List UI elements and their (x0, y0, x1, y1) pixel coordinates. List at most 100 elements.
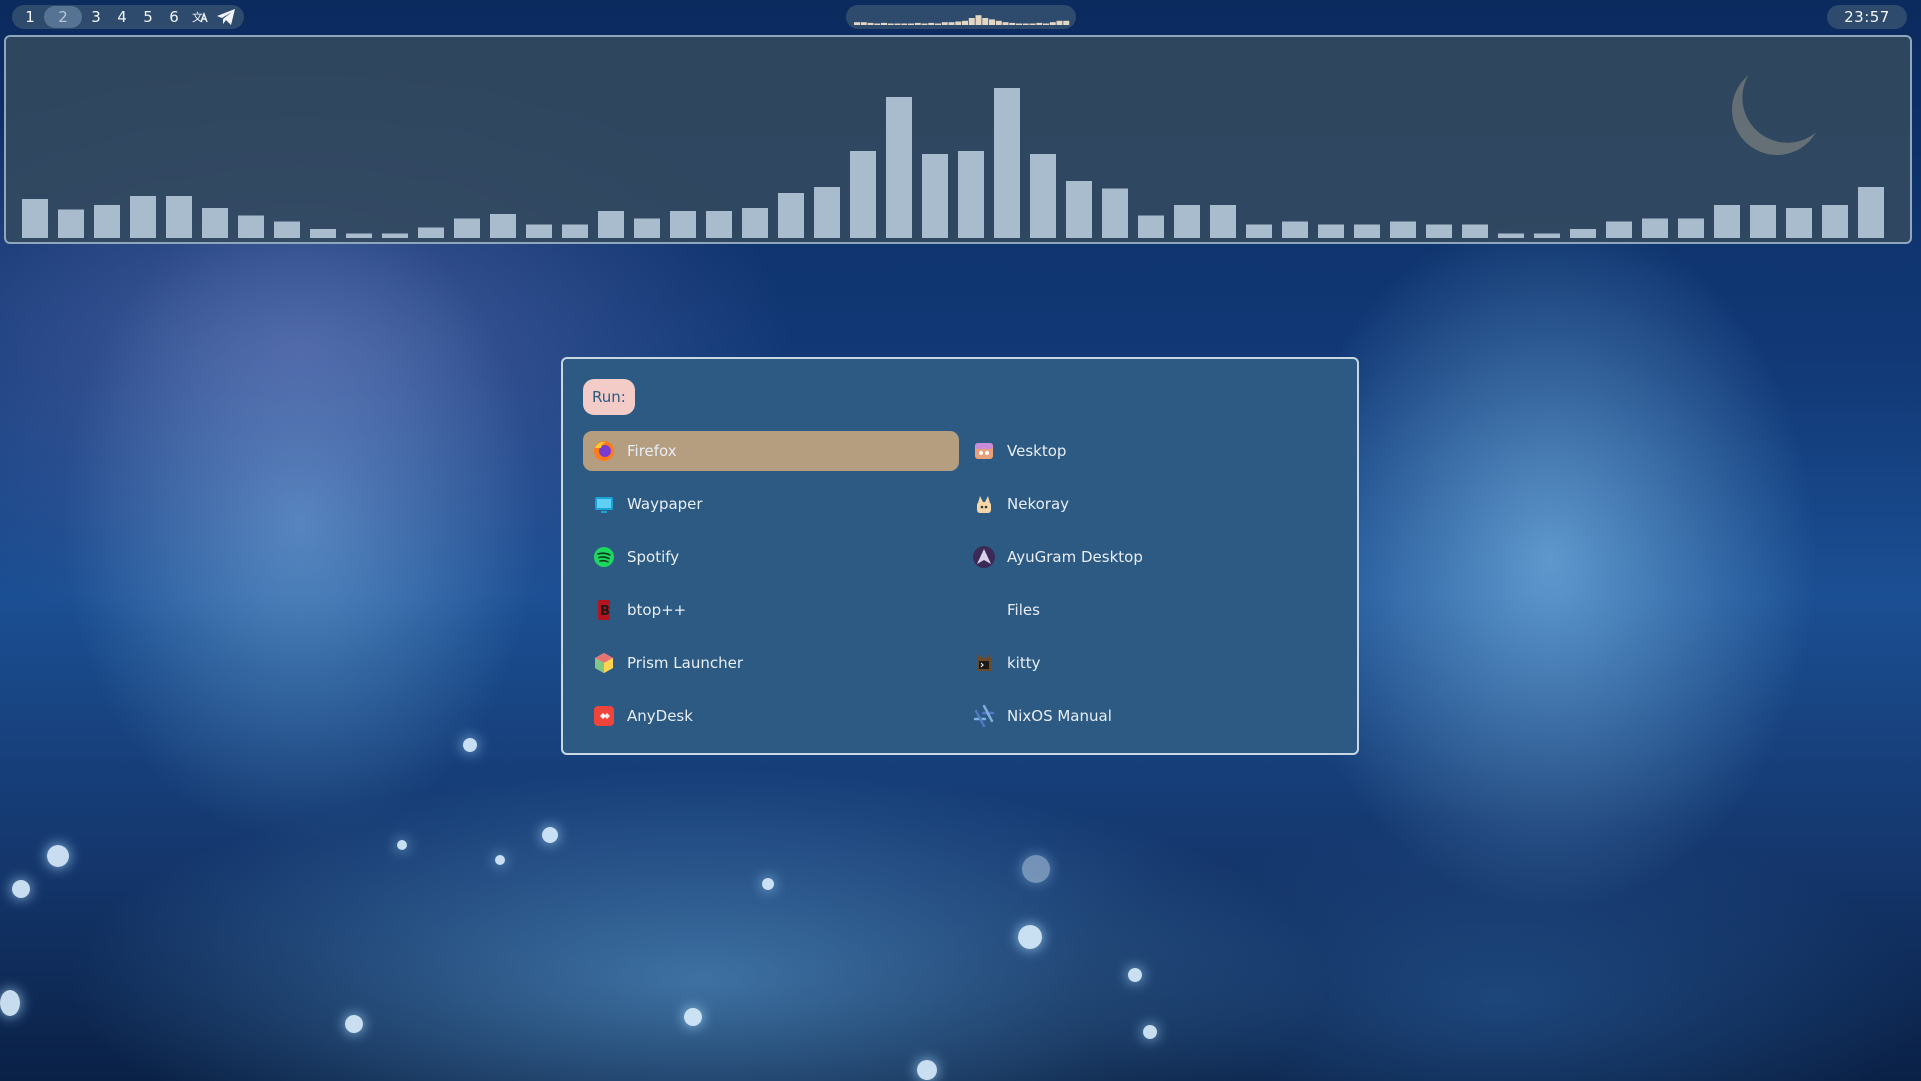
visualizer-bar (1714, 205, 1740, 238)
visualizer-bar (1102, 188, 1128, 238)
app-entry-anydesk[interactable]: AnyDesk (583, 696, 959, 736)
app-entry-label: Nekoray (1007, 495, 1070, 513)
visualizer-bar (1354, 224, 1380, 238)
mini-visualizer-bar (941, 22, 948, 25)
spotify-icon (591, 544, 617, 570)
visualizer-bar (634, 218, 660, 238)
light-orb (542, 827, 558, 843)
visualizer-bar (1462, 224, 1488, 238)
workspace-2[interactable]: 2 (44, 6, 82, 28)
app-entry-nixos-manual[interactable]: NixOS Manual (963, 696, 1339, 736)
visualizer-bar (706, 211, 732, 238)
visualizer-bar (778, 193, 804, 238)
audio-visualizer-mini[interactable] (846, 5, 1076, 29)
kitty-icon (971, 650, 997, 676)
mini-visualizer-bar (914, 22, 921, 25)
visualizer-bar (1318, 224, 1344, 238)
visualizer-bar (742, 208, 768, 238)
visualizer-bar (346, 233, 372, 238)
mini-visualizer-bar (1009, 22, 1016, 25)
prism-launcher-icon (591, 650, 617, 676)
visualizer-bar (58, 209, 84, 238)
light-orb (0, 990, 20, 1016)
btop-icon: B (591, 597, 617, 623)
mini-visualizer-bar (975, 15, 982, 25)
visualizer-bar (1138, 215, 1164, 238)
app-entry-vesktop[interactable]: Vesktop (963, 431, 1339, 471)
app-entry-kitty[interactable]: kitty (963, 643, 1339, 683)
mini-visualizer-bars (854, 15, 1070, 25)
visualizer-bar (598, 211, 624, 238)
translate-icon[interactable]: 文 (188, 6, 212, 28)
visualizer-bar (922, 154, 948, 238)
app-entry-waypaper[interactable]: Waypaper (583, 484, 959, 524)
visualizer-bar (418, 227, 444, 238)
telegram-icon[interactable] (214, 6, 238, 28)
mini-visualizer-bar (1002, 22, 1009, 25)
anydesk-icon (591, 703, 617, 729)
visualizer-bar (1066, 181, 1092, 238)
app-entry-btop[interactable]: B btop++ (583, 590, 959, 630)
workspace-6[interactable]: 6 (162, 6, 186, 28)
mini-visualizer-bar (867, 22, 874, 25)
light-orb (463, 738, 477, 752)
mini-visualizer-bar (1036, 22, 1043, 25)
visualizer-bar (130, 196, 156, 238)
workspace-switcher: 1 2 3 4 5 6 文 (12, 5, 244, 29)
visualizer-bar (1030, 154, 1056, 238)
visualizer-bar (1858, 187, 1884, 238)
app-entry-label: NixOS Manual (1007, 707, 1112, 725)
workspace-3[interactable]: 3 (84, 6, 108, 28)
mini-visualizer-bar (908, 23, 914, 25)
workspace-1[interactable]: 1 (18, 6, 42, 28)
run-prompt[interactable]: Run: (583, 379, 635, 415)
visualizer-bar (886, 97, 912, 238)
app-entry-label: Files (1007, 601, 1040, 619)
mini-visualizer-bar (982, 18, 989, 25)
visualizer-bar (994, 88, 1020, 238)
app-entry-label: kitty (1007, 654, 1041, 672)
app-entry-prism-launcher[interactable]: Prism Launcher (583, 643, 959, 683)
visualizer-bar (454, 218, 480, 238)
workspace-5[interactable]: 5 (136, 6, 160, 28)
mini-visualizer-bar (968, 18, 975, 25)
visualizer-bar (1174, 205, 1200, 238)
visualizer-bar (526, 224, 552, 238)
app-entry-firefox[interactable]: Firefox (583, 431, 959, 471)
mini-visualizer-bar (995, 20, 1002, 25)
app-entry-ayugram[interactable]: AyuGram Desktop (963, 537, 1339, 577)
app-entry-label: Spotify (627, 548, 680, 566)
visualizer-bar (1390, 221, 1416, 238)
light-orb (762, 878, 774, 890)
mini-visualizer-bar (1063, 20, 1070, 25)
visualizer-bar (1426, 224, 1452, 238)
app-entry-files[interactable]: Files (963, 590, 1339, 630)
run-launcher: Run: Firefox Vesktop Waypaper Nekoray Sp… (561, 357, 1359, 755)
mini-visualizer-bar (989, 19, 995, 25)
visualizer-bar (1786, 208, 1812, 238)
mini-visualizer-bar (948, 22, 955, 25)
visualizer-bar (1282, 221, 1308, 238)
app-entry-nekoray[interactable]: Nekoray (963, 484, 1339, 524)
mini-visualizer-bar (962, 20, 968, 25)
light-orb (917, 1060, 937, 1080)
light-orb (1128, 968, 1142, 982)
mini-visualizer-bar (887, 23, 894, 25)
app-entry-label: Waypaper (627, 495, 703, 513)
visualizer-bar (1822, 205, 1848, 238)
app-entry-label: AyuGram Desktop (1007, 548, 1143, 566)
clock[interactable]: 23:57 (1827, 5, 1907, 29)
visualizer-bar (22, 199, 48, 238)
app-entry-label: Firefox (627, 442, 677, 460)
nixos-icon (971, 703, 997, 729)
light-orb (345, 1015, 363, 1033)
app-entry-spotify[interactable]: Spotify (583, 537, 959, 577)
workspace-4[interactable]: 4 (110, 6, 134, 28)
mini-visualizer-bar (1049, 22, 1056, 25)
light-orb (397, 840, 407, 850)
light-orb (1022, 855, 1050, 883)
top-bar: 1 2 3 4 5 6 文 23:57 (0, 0, 1921, 30)
visualizer-bar (490, 214, 516, 238)
light-orb (12, 880, 30, 898)
mini-visualizer-bar (874, 23, 881, 25)
